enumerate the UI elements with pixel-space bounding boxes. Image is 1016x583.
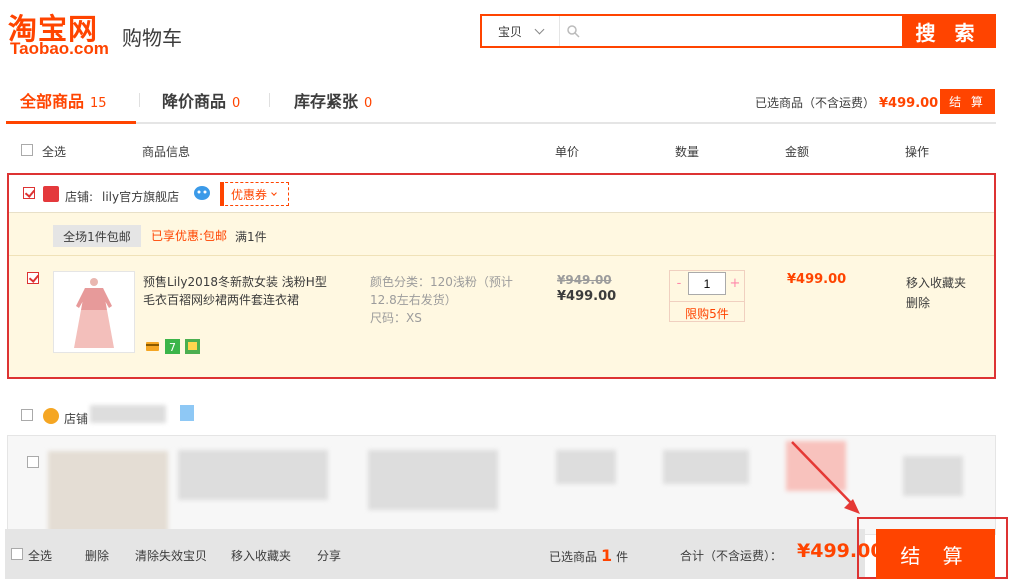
search-bar: 宝贝 搜 索 — [480, 14, 996, 48]
item-subtotal: ¥499.00 — [787, 272, 847, 287]
total-label: 合计（不含运费）： — [680, 549, 783, 563]
selected-count-label: 已选商品 — [549, 550, 598, 564]
shop-name-link[interactable]: lily官方旗舰店 — [102, 188, 179, 205]
current-price: ¥499.00 — [557, 289, 617, 304]
blurred-qty — [663, 450, 749, 484]
promo-condition-text: 满1件 — [235, 230, 267, 244]
qty-increase-button[interactable]: + — [726, 271, 744, 296]
clear-invalid-link[interactable]: 清除失效宝贝 — [135, 547, 207, 564]
shop-header: 店铺: lily官方旗舰店 优惠券 — [9, 175, 994, 213]
search-scope-dropdown[interactable]: 宝贝 — [482, 16, 560, 46]
wangwang-chat-icon[interactable] — [193, 185, 211, 201]
dress-image-icon — [54, 272, 134, 352]
search-input[interactable] — [580, 17, 902, 45]
col-header-amount: 金额 — [785, 145, 810, 159]
tab-label: 库存紧张 — [294, 92, 359, 111]
coupon-dropdown[interactable]: 优惠券 — [220, 182, 289, 206]
delete-item-link[interactable]: 删除 — [906, 294, 930, 311]
selected-count-unit: 件 — [616, 550, 629, 564]
page-title: 购物车 — [122, 26, 182, 50]
col-header-qty: 数量 — [675, 145, 700, 159]
selected-summary-label: 已选商品（不含运费） — [755, 96, 876, 110]
move-to-favorites-link[interactable]: 移入收藏夹 — [906, 274, 966, 291]
shop-label: 店铺 — [64, 412, 89, 426]
shop-group-highlighted: 店铺: lily官方旗舰店 优惠券 全场1件包邮 已享优惠:包邮 满1件 预售L… — [7, 173, 996, 379]
tab-count: 15 — [90, 96, 107, 111]
search-scope-label: 宝贝 — [497, 24, 522, 39]
product-thumbnail[interactable] — [53, 271, 135, 353]
tab-active-indicator — [6, 121, 136, 124]
shop-level-icon — [43, 408, 59, 424]
share-link[interactable]: 分享 — [317, 547, 341, 564]
tab-all-items[interactable]: 全部商品 15 — [20, 88, 107, 112]
credit-card-badge-icon — [146, 342, 159, 351]
qty-decrease-button[interactable]: - — [670, 271, 688, 296]
col-header-ops: 操作 — [905, 145, 930, 159]
purchase-limit-text: 限购5件 — [670, 301, 744, 322]
tab-label: 降价商品 — [162, 92, 227, 111]
footer-move-favorites-link[interactable]: 移入收藏夹 — [231, 547, 291, 564]
tab-low-stock[interactable]: 库存紧张 0 — [294, 88, 372, 112]
search-icon — [567, 25, 580, 38]
checkout-button[interactable]: 结 算 — [876, 529, 995, 579]
blurred-thumbnail — [48, 451, 168, 534]
chevron-down-icon — [534, 24, 545, 34]
promo-tag: 全场1件包邮 — [53, 225, 141, 247]
shop-checkbox[interactable] — [23, 187, 35, 199]
quantity-stepper: - + 限购5件 — [669, 270, 745, 322]
footer-select-all-label: 全选 — [28, 549, 53, 563]
chevron-down-icon — [271, 189, 277, 196]
logo-text-en: Taobao.com — [10, 39, 109, 58]
blurred-shop-name — [90, 405, 166, 423]
guarantee-badge-icon — [185, 339, 200, 354]
product-title-link[interactable]: 预售Lily2018冬新款女装 浅粉H型毛衣百褶网纱裙两件套连衣裙 — [143, 273, 333, 309]
selected-count: 已选商品 1 件 — [549, 546, 628, 565]
tab-underline — [6, 122, 996, 124]
search-input-wrap — [560, 16, 902, 46]
tab-count: 0 — [232, 96, 241, 111]
col-header-price: 单价 — [555, 145, 580, 159]
svg-text:7: 7 — [169, 341, 176, 354]
item-divider — [9, 255, 994, 256]
tab-label: 全部商品 — [20, 92, 85, 111]
sku-color: 颜色分类：120浅粉（预计12.8左右发货） — [370, 275, 513, 307]
footer-select-all-checkbox[interactable] — [11, 548, 23, 560]
blurred-price — [556, 450, 616, 484]
original-price: ¥949.00 — [557, 273, 612, 287]
search-button[interactable]: 搜 索 — [902, 16, 994, 46]
tab-price-drop[interactable]: 降价商品 0 — [162, 88, 240, 112]
annotation-arrow-icon — [791, 441, 860, 514]
tmall-shop-icon — [43, 186, 59, 202]
col-header-info: 商品信息 — [142, 145, 191, 159]
shop-label: 店铺: — [65, 190, 94, 204]
seven-day-return-badge-icon: 7 — [165, 339, 180, 354]
selected-summary-amount: ¥499.00 — [879, 96, 939, 111]
tab-count: 0 — [364, 96, 373, 111]
blurred-chat-icon — [180, 405, 194, 421]
select-all-label: 全选 — [42, 145, 67, 159]
product-sku-info: 颜色分类：120浅粉（预计12.8左右发货） 尺码：XS — [370, 273, 520, 327]
footer-delete-link[interactable]: 删除 — [85, 547, 109, 564]
blurred-title — [178, 450, 328, 500]
select-all-checkbox[interactable] — [21, 144, 33, 156]
item-checkbox[interactable] — [27, 272, 39, 284]
blurred-sku — [368, 450, 498, 510]
shop-item-area: 全场1件包邮 已享优惠:包邮 满1件 预售Lily2018冬新款女装 浅粉H型毛… — [9, 213, 994, 377]
selected-count-number: 1 — [601, 546, 613, 565]
tab-divider — [269, 93, 270, 107]
selected-summary: 已选商品（不含运费） ¥499.00 — [755, 94, 938, 111]
sku-size: 尺码：XS — [370, 311, 422, 325]
tab-divider — [139, 93, 140, 107]
coupon-label: 优惠券 — [231, 187, 268, 202]
qty-input[interactable] — [688, 272, 726, 295]
checkout-button-top[interactable]: 结 算 — [940, 89, 995, 114]
blurred-ops — [903, 456, 963, 496]
item-checkbox[interactable] — [27, 456, 39, 468]
shop-checkbox[interactable] — [21, 409, 33, 421]
promo-enjoyed-text: 已享优惠:包邮 — [151, 229, 228, 243]
